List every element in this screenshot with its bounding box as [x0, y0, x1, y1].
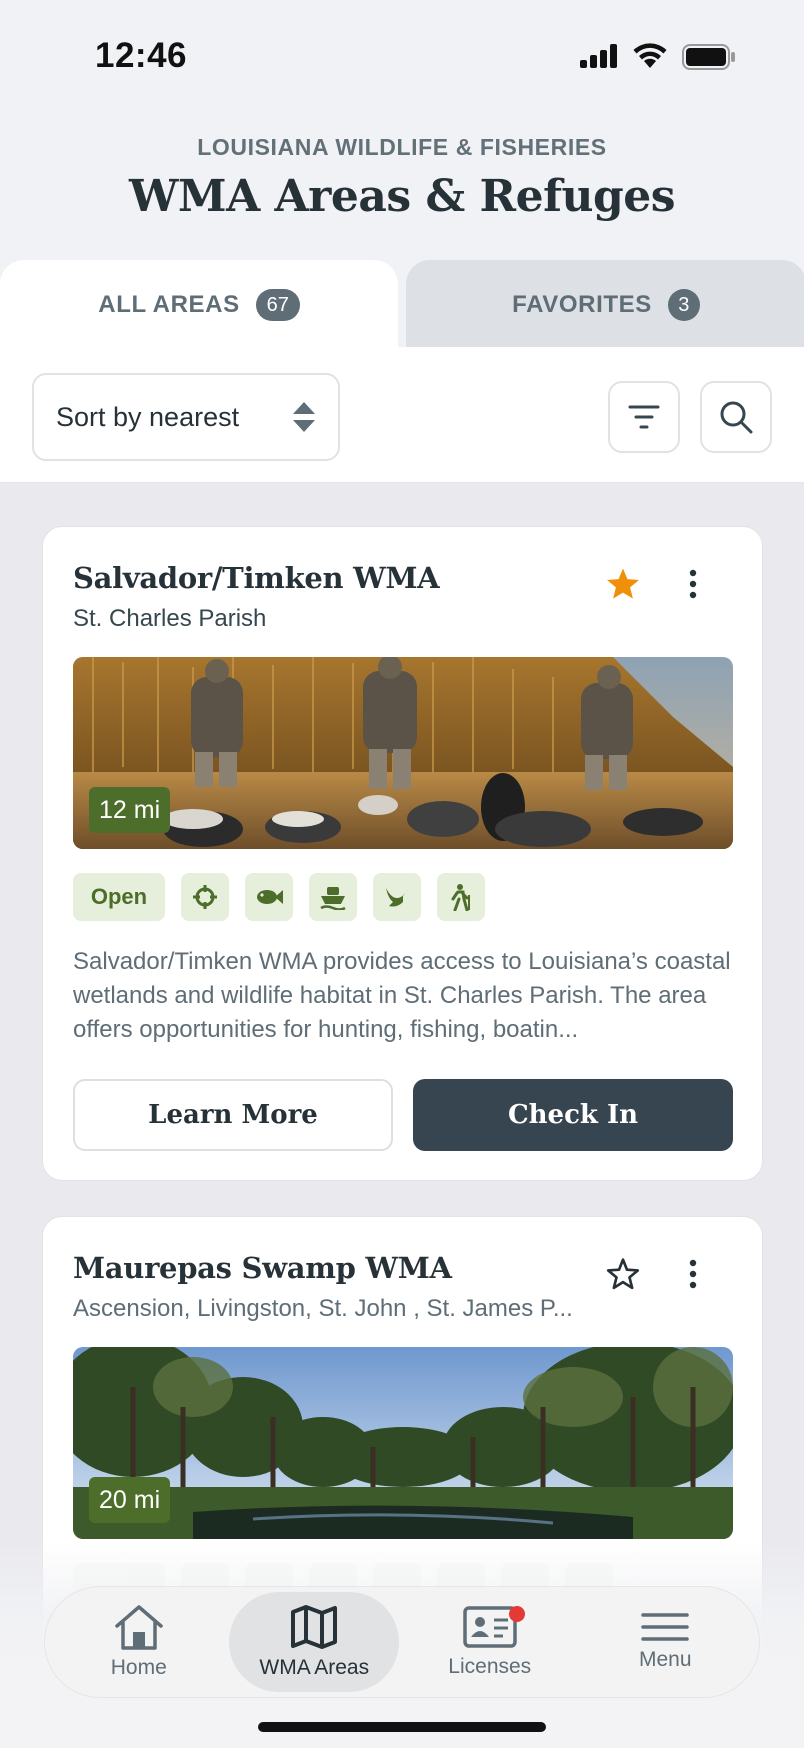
check-in-button[interactable]: Check In — [413, 1079, 733, 1151]
page-header: LOUISIANA WILDLIFE & FISHERIES WMA Areas… — [0, 134, 804, 222]
organization-name: LOUISIANA WILDLIFE & FISHERIES — [197, 134, 607, 160]
hiking-chip — [437, 873, 485, 921]
sort-label: Sort by nearest — [56, 401, 240, 432]
page-title: WMA Areas & Refuges — [128, 171, 676, 222]
status-badge: Open — [73, 873, 165, 921]
home-indicator — [258, 1722, 546, 1732]
wifi-icon — [633, 43, 667, 68]
nav-label: WMA Areas — [259, 1656, 370, 1679]
nav-menu[interactable]: Menu — [580, 1592, 750, 1692]
home-icon — [115, 1605, 163, 1650]
area-parish: Ascension, Livingston, St. John , St. Ja… — [73, 1295, 573, 1322]
area-card[interactable]: Salvador/Timken WMA St. Charles Parish 1… — [42, 526, 763, 1181]
count-badge: 67 — [255, 289, 300, 321]
status-time: 12:46 — [95, 36, 188, 75]
menu-icon — [641, 1613, 689, 1641]
cellular-signal-icon — [580, 44, 617, 68]
filter-button[interactable] — [608, 381, 680, 453]
learn-more-button[interactable]: Learn More — [73, 1079, 393, 1151]
hiking-icon — [451, 884, 470, 911]
count-badge: 3 — [667, 289, 700, 321]
favorite-star-outline-icon[interactable] — [605, 1257, 641, 1291]
more-options-icon[interactable] — [687, 1259, 699, 1289]
tab-label: ALL AREAS — [98, 291, 240, 318]
search-button[interactable] — [700, 381, 772, 453]
nav-label: Home — [110, 1656, 167, 1679]
fishing-chip — [245, 873, 293, 921]
notification-dot — [508, 1606, 525, 1622]
nav-label: Menu — [638, 1648, 692, 1671]
map-icon — [291, 1605, 338, 1649]
hunters-field-image — [73, 657, 733, 849]
nav-wma-areas[interactable]: WMA Areas — [229, 1592, 400, 1692]
favorite-star-filled-icon[interactable] — [605, 567, 641, 601]
area-description: Salvador/Timken WMA provides access to L… — [73, 948, 731, 1043]
tab-all-areas[interactable]: ALL AREAS 67 — [0, 260, 398, 350]
sort-select[interactable]: Sort by nearest — [32, 373, 340, 461]
boating-chip — [309, 873, 357, 921]
distance-badge: 20 mi — [89, 1477, 171, 1523]
distance-badge: 12 mi — [89, 787, 171, 833]
area-photo[interactable]: 12 mi — [73, 657, 733, 849]
birding-chip — [373, 873, 421, 921]
search-icon — [720, 401, 753, 434]
swamp-image — [73, 1347, 733, 1539]
list-toolbar: Sort by nearest — [0, 347, 804, 483]
bottom-navigation: Home WMA Areas Licenses Menu — [44, 1586, 760, 1698]
nav-label: Licenses — [448, 1655, 532, 1678]
filter-icon — [628, 405, 660, 429]
hunting-chip — [181, 873, 229, 921]
activity-chips: Open — [73, 873, 485, 921]
battery-icon — [682, 44, 735, 70]
area-name: Salvador/Timken WMA — [73, 561, 440, 595]
boat-icon — [320, 887, 346, 910]
fish-icon — [257, 890, 283, 904]
target-icon — [193, 885, 217, 909]
area-parish: St. Charles Parish — [73, 605, 267, 632]
bird-icon — [386, 888, 409, 907]
tab-favorites[interactable]: FAVORITES 3 — [406, 260, 804, 350]
status-bar: 12:46 — [0, 0, 804, 110]
area-photo[interactable]: 20 mi — [73, 1347, 733, 1539]
area-name: Maurepas Swamp WMA — [73, 1251, 452, 1285]
updown-chevron-icon — [293, 402, 315, 432]
tab-label: FAVORITES — [512, 291, 652, 318]
nav-home[interactable]: Home — [54, 1592, 224, 1692]
more-options-icon[interactable] — [687, 569, 699, 599]
nav-licenses[interactable]: Licenses — [405, 1592, 575, 1692]
